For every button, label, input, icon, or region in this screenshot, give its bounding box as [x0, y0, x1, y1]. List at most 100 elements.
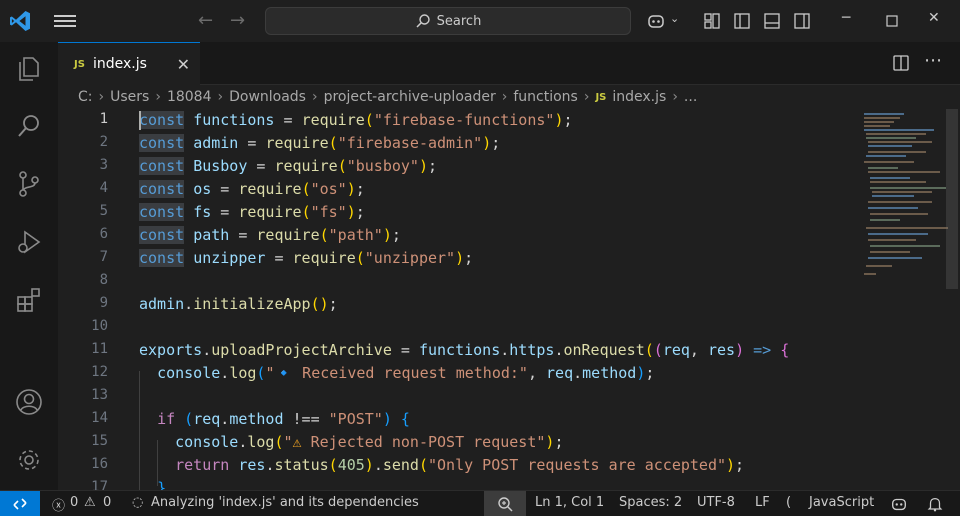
back-arrow-icon[interactable]: ←: [198, 10, 213, 31]
close-window-icon[interactable]: ✕: [928, 10, 940, 26]
vertical-scrollbar[interactable]: [946, 109, 958, 289]
copilot-status-icon[interactable]: [890, 495, 908, 513]
code-editor[interactable]: 1 2 3 4 5 6 7 8 9 10 11 12 13 14 15 16 1…: [58, 109, 960, 490]
breadcrumb: C: › Users › 18084 › Downloads › project-arc…: [58, 85, 960, 109]
code-line[interactable]: const functions = require("firebase-func…: [139, 109, 573, 132]
customize-layout-icon[interactable]: [702, 11, 722, 31]
line-number: 14: [91, 410, 108, 426]
gear-icon[interactable]: [13, 444, 45, 476]
command-center-search[interactable]: Search: [265, 7, 631, 35]
line-number: 16: [91, 456, 108, 472]
error-icon[interactable]: ⓧ: [52, 495, 65, 514]
title-bar: ← → Search ⌄ ─ ✕: [0, 0, 960, 42]
close-icon[interactable]: ✕: [177, 55, 190, 74]
code-line[interactable]: const admin = require("firebase-admin");: [139, 132, 500, 155]
line-number: 8: [99, 272, 108, 288]
code-line[interactable]: const path = require("path");: [139, 224, 401, 247]
zoom-button[interactable]: [484, 491, 526, 516]
line-number: 10: [91, 318, 108, 334]
search-icon[interactable]: [13, 110, 45, 142]
code-lines[interactable]: const functions = require("firebase-func…: [139, 109, 859, 490]
chevron-right-icon: ›: [672, 89, 678, 105]
line-number: 1: [99, 111, 108, 127]
warning-count[interactable]: 0: [103, 495, 111, 510]
code-line[interactable]: const unzipper = require("unzipper");: [139, 247, 473, 270]
breadcrumb-item[interactable]: Users: [110, 89, 149, 105]
accounts-icon[interactable]: [13, 386, 45, 418]
breadcrumb-file[interactable]: index.js: [612, 89, 666, 105]
menu-icon[interactable]: [54, 12, 76, 30]
line-number: 11: [91, 341, 108, 357]
breadcrumb-symbols[interactable]: ...: [684, 89, 697, 105]
code-line[interactable]: const Busboy = require("busboy");: [139, 155, 437, 178]
search-label: Search: [436, 13, 482, 29]
code-line[interactable]: admin.initializeApp();: [139, 293, 338, 316]
minimize-icon[interactable]: ─: [842, 10, 850, 26]
breadcrumb-item[interactable]: project-archive-uploader: [324, 89, 496, 105]
language-mode[interactable]: JavaScript: [809, 495, 874, 510]
line-number: 3: [99, 157, 108, 173]
run-debug-icon[interactable]: [13, 226, 45, 258]
breadcrumb-item[interactable]: C:: [78, 89, 93, 105]
javascript-file-icon: JS: [74, 58, 85, 70]
code-line[interactable]: const fs = require("fs");: [139, 201, 365, 224]
code-line[interactable]: }: [139, 477, 166, 490]
line-number-gutter: 1 2 3 4 5 6 7 8 9 10 11 12 13 14 15 16 1…: [58, 109, 118, 490]
extensions-icon[interactable]: [13, 284, 45, 316]
line-number: 7: [99, 249, 108, 265]
chevron-right-icon: ›: [501, 89, 508, 105]
text-cursor: [139, 111, 141, 130]
forward-arrow-icon[interactable]: →: [230, 10, 245, 31]
source-control-icon[interactable]: [13, 168, 45, 200]
remote-icon: [13, 498, 27, 510]
cursor-position[interactable]: Ln 1, Col 1: [535, 495, 604, 510]
code-line[interactable]: console.log("🔹 Received request method:"…: [139, 362, 654, 385]
code-line[interactable]: exports.uploadProjectArchive = functions…: [139, 339, 789, 362]
tab-index-js[interactable]: JS index.js ✕: [58, 42, 200, 85]
code-line[interactable]: return res.status(405).send("Only POST r…: [139, 454, 744, 477]
error-count[interactable]: 0: [70, 495, 78, 510]
split-editor-icon[interactable]: [891, 53, 911, 73]
copilot-icon[interactable]: [646, 11, 666, 31]
code-line[interactable]: if (req.method !== "POST") {: [139, 408, 410, 431]
code-line[interactable]: const os = require("os");: [139, 178, 365, 201]
maximize-icon[interactable]: [882, 11, 902, 31]
chevron-right-icon: ›: [583, 89, 590, 105]
warning-icon[interactable]: ⚠: [84, 495, 96, 510]
remote-indicator[interactable]: [0, 491, 40, 516]
file-encoding[interactable]: UTF-8: [697, 495, 735, 510]
toggle-panel-icon[interactable]: [762, 11, 782, 31]
line-number: 6: [99, 226, 108, 242]
activity-bar: [0, 42, 58, 490]
breadcrumb-item[interactable]: Downloads: [229, 89, 306, 105]
toggle-primary-sidebar-icon[interactable]: [732, 11, 752, 31]
end-of-line[interactable]: LF: [755, 495, 770, 510]
zoom-icon: [498, 497, 513, 512]
editor-tab-bar: JS index.js ✕ ⋯: [58, 42, 960, 85]
line-number: 17: [91, 479, 108, 490]
code-line[interactable]: console.log("⚠ Rejected non-POST request…: [139, 431, 563, 454]
braces-icon[interactable]: (: [786, 495, 791, 510]
line-number: 12: [91, 364, 108, 380]
line-number: 2: [99, 134, 108, 150]
notifications-bell-icon[interactable]: [926, 495, 944, 513]
line-number: 5: [99, 203, 108, 219]
breadcrumb-item[interactable]: 18084: [167, 89, 212, 105]
line-number: 9: [99, 295, 108, 311]
chevron-down-icon[interactable]: ⌄: [670, 12, 679, 25]
vscode-logo-icon: [10, 11, 30, 31]
chevron-right-icon: ›: [217, 89, 224, 105]
indentation[interactable]: Spaces: 2: [619, 495, 682, 510]
breadcrumb-item[interactable]: functions: [513, 89, 577, 105]
status-bar: ⓧ 0 ⚠ 0 ◌ Analyzing 'index.js' and its d…: [0, 490, 960, 516]
line-number: 13: [91, 387, 108, 403]
toggle-secondary-sidebar-icon[interactable]: [792, 11, 812, 31]
search-icon: [416, 14, 430, 28]
explorer-icon[interactable]: [13, 52, 45, 84]
chevron-right-icon: ›: [155, 89, 161, 105]
tab-label: index.js: [92, 56, 147, 72]
javascript-file-icon: JS: [595, 91, 607, 103]
line-number: 4: [99, 180, 108, 196]
more-actions-icon[interactable]: ⋯: [924, 50, 942, 71]
chevron-right-icon: ›: [311, 89, 318, 105]
